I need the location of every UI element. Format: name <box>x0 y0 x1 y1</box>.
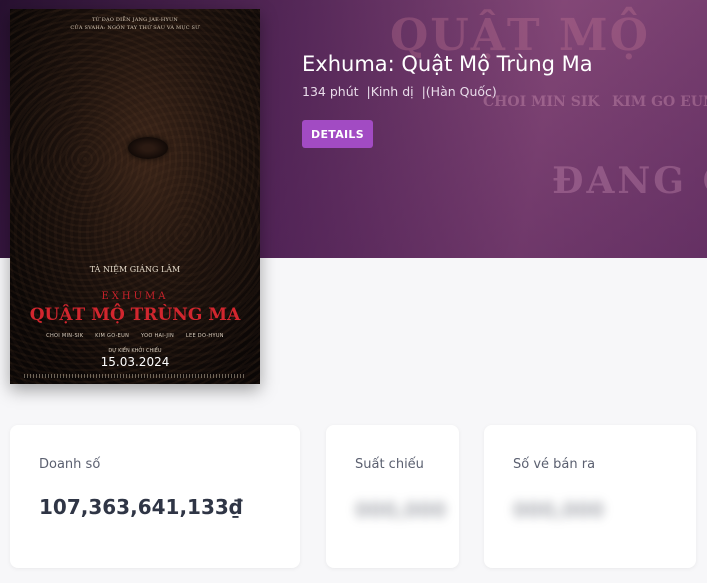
movie-duration: 134 phút <box>302 84 359 99</box>
banner-bg-cast-2: KIM GO EUN <box>612 94 707 110</box>
revenue-card: Doanh số 107,363,641,133₫ <box>10 425 300 568</box>
poster-release-label: DỰ KIẾN KHỞI CHIẾU <box>108 348 162 354</box>
poster-cast-member: KIM GO-EUN <box>95 333 130 339</box>
poster-fine-print <box>24 374 246 378</box>
tickets-card: Số vé bán ra 000,000 <box>484 425 696 568</box>
revenue-label: Doanh số <box>39 457 101 472</box>
poster-release-date: 15.03.2024 <box>100 355 170 369</box>
poster-face-artwork <box>128 137 168 159</box>
poster-credit-previous-works: CỦA SVAHA: NGÓN TAY THỨ SÁU VÀ MỤC SƯ <box>70 25 200 31</box>
movie-title: Exhuma: Quật Mộ Trùng Ma <box>302 52 593 76</box>
poster-cast-member: CHOI MIN-SIK <box>46 333 84 339</box>
poster-cast-member: LEE DO-HYUN <box>185 333 224 339</box>
poster-title-en: EXHUMA <box>101 291 169 302</box>
showtimes-value-blurred: 000,000 <box>355 498 447 522</box>
movie-meta: 134 phút |Kinh dị |(Hàn Quốc) <box>302 84 593 99</box>
showtimes-label: Suất chiếu <box>355 457 424 472</box>
poster-cast: CHOI MIN-SIK KIM GO-EUN YOO HAI-JIN LEE … <box>10 333 260 339</box>
showtimes-card: Suất chiếu 000,000 <box>326 425 459 568</box>
movie-poster[interactable]: TỪ ĐẠO DIỄN JANG JAE-HYUN CỦA SVAHA: NGÓ… <box>10 9 260 384</box>
poster-credit-director: TỪ ĐẠO DIỄN JANG JAE-HYUN <box>92 17 178 23</box>
movie-genre: |Kinh dị <box>366 84 414 99</box>
poster-title-vn: QUẬT MỘ TRÙNG MA <box>29 305 241 325</box>
poster-cast-member: YOO HAI-JIN <box>141 333 175 339</box>
movie-country: |(Hàn Quốc) <box>421 84 497 99</box>
poster-tagline: TÀ NIỆM GIÁNG LÂM <box>89 265 181 274</box>
banner-bg-status: ĐANG CHI <box>552 160 707 202</box>
tickets-label: Số vé bán ra <box>513 457 596 472</box>
tickets-value-blurred: 000,000 <box>513 498 605 522</box>
details-button[interactable]: DETAILS <box>302 120 373 148</box>
revenue-value: 107,363,641,133₫ <box>39 495 243 519</box>
movie-info: Exhuma: Quật Mộ Trùng Ma 134 phút |Kinh … <box>302 52 593 99</box>
